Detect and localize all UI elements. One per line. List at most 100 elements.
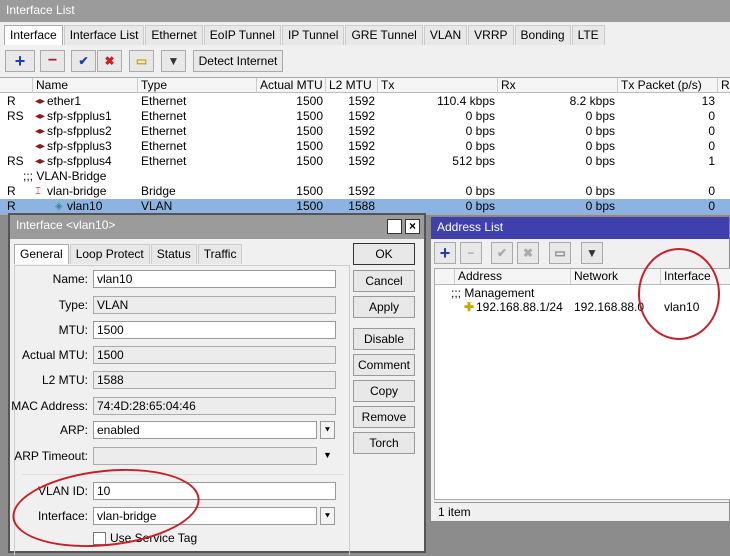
tab-bar: Interface Interface List Ethernet EoIP Tunn…: [4, 25, 606, 45]
tab-general[interactable]: General: [14, 244, 69, 264]
vlan-icon: ◈: [55, 201, 63, 212]
tab-ethernet[interactable]: Ethernet: [145, 25, 203, 45]
detect-internet-button[interactable]: Detect Internet: [193, 50, 283, 72]
dropdown-arrow-icon[interactable]: ⯆: [320, 507, 335, 525]
flag-cell: R: [7, 94, 16, 108]
l2-cell: 1592: [348, 139, 375, 153]
txp-cell: 0: [708, 184, 715, 198]
address-cell: 192.168.88.1/24: [476, 300, 563, 314]
mtu-cell: 1500: [296, 124, 323, 138]
tab-bonding[interactable]: Bonding: [514, 25, 571, 45]
comment-row[interactable]: ;;; VLAN-Bridge: [0, 169, 730, 184]
disable-button[interactable]: ✖: [97, 50, 122, 72]
tab-gre-tunnel[interactable]: GRE Tunnel: [345, 25, 423, 45]
close-button[interactable]: ×: [405, 219, 420, 234]
table-row[interactable]: RS ◂▸ sfp-sfpplus4 Ethernet 1500 1592 512 bps 0…: [0, 154, 730, 169]
ok-button[interactable]: OK: [353, 243, 415, 265]
remove-button[interactable]: Remove: [353, 406, 415, 428]
table-row[interactable]: ◂▸ sfp-sfpplus2 Ethernet 1500 1592 0 bps 0 bps…: [0, 124, 730, 139]
tab-vrrp[interactable]: VRRP: [468, 25, 514, 45]
mtu-cell: 1500: [296, 94, 323, 108]
column-header[interactable]: Rx: [718, 78, 730, 93]
table-row[interactable]: RS ◂▸ sfp-sfpplus1 Ethernet 1500 1592 0 bps 0 b…: [0, 109, 730, 124]
bridge-icon: ⌶: [35, 186, 41, 197]
type-field[interactable]: VLAN: [93, 296, 336, 314]
torch-button[interactable]: Torch: [353, 432, 415, 454]
mtu-cell: 1500: [296, 184, 323, 198]
comment-text: ;;; VLAN-Bridge: [23, 169, 107, 183]
table-row[interactable]: ◂▸ sfp-sfpplus3 Ethernet 1500 1592 0 bps 0 bps…: [0, 139, 730, 154]
tab-eoip-tunnel[interactable]: EoIP Tunnel: [203, 25, 281, 45]
filter-address-button[interactable]: ▼: [581, 242, 603, 264]
flag-cell: [4, 139, 10, 154]
cancel-button[interactable]: Cancel: [353, 270, 415, 292]
remove-address-button[interactable]: −: [460, 242, 482, 264]
tab-interface-list[interactable]: Interface List: [63, 25, 145, 45]
name-cell: sfp-sfpplus4: [47, 154, 112, 168]
rx-cell: 0 bps: [585, 184, 615, 198]
tab-lte[interactable]: LTE: [571, 25, 605, 45]
column-header[interactable]: Rx: [498, 78, 618, 93]
name-cell: sfp-sfpplus1: [47, 109, 112, 123]
copy-button[interactable]: Copy: [353, 380, 415, 402]
enable-button[interactable]: ✔: [71, 50, 96, 72]
type-cell: Ethernet: [141, 124, 187, 138]
table-row[interactable]: R ◂▸ ether1 Ethernet 1500 1592 110.4 kbps 8.2 k…: [0, 94, 730, 109]
flag-cell: R: [7, 184, 16, 198]
comment-button[interactable]: Comment: [353, 354, 415, 376]
disable-address-button[interactable]: ✖: [517, 242, 539, 264]
arp-field[interactable]: enabled: [93, 421, 317, 439]
maximize-button[interactable]: [387, 219, 402, 234]
comment-button[interactable]: ▭: [129, 50, 154, 72]
column-header[interactable]: [0, 78, 33, 93]
column-address[interactable]: Address: [455, 269, 571, 284]
column-header[interactable]: Actual MTU: [257, 78, 326, 93]
actual-mtu-field[interactable]: 1500: [93, 346, 336, 364]
mtu-label: MTU:: [58, 323, 88, 337]
interface-table: Name Type Actual MTU L2 MTU Tx Rx Tx Packet (p…: [0, 77, 730, 215]
tab-vlan[interactable]: VLAN: [423, 25, 468, 45]
l2-mtu-label: L2 MTU:: [41, 373, 88, 387]
apply-button[interactable]: Apply: [353, 296, 415, 318]
tab-interface[interactable]: Interface: [4, 25, 63, 45]
comment-address-button[interactable]: ▭: [549, 242, 571, 264]
add-button[interactable]: +: [5, 50, 35, 72]
remove-button[interactable]: −: [40, 50, 65, 72]
tab-status[interactable]: Status: [150, 244, 197, 264]
l2-mtu-field[interactable]: 1588: [93, 371, 336, 389]
flag-cell: RS: [7, 109, 24, 123]
disable-button[interactable]: Disable: [353, 328, 415, 350]
add-address-button[interactable]: +: [434, 242, 456, 264]
mac-field[interactable]: 74:4D:28:65:04:46: [93, 397, 336, 415]
mac-label: MAC Address:: [11, 399, 88, 413]
name-cell: ether1: [47, 94, 82, 108]
name-cell: sfp-sfpplus2: [47, 124, 112, 138]
dropdown-arrow-icon[interactable]: ▼: [320, 447, 335, 465]
name-field[interactable]: vlan10: [93, 270, 336, 288]
type-cell: Ethernet: [141, 94, 187, 108]
tab-ip-tunnel[interactable]: IP Tunnel: [281, 25, 345, 45]
mtu-field[interactable]: 1500: [93, 321, 336, 339]
column-header[interactable]: Name: [33, 78, 138, 93]
dropdown-arrow-icon[interactable]: ⯆: [320, 421, 335, 439]
filter-button[interactable]: ▼: [161, 50, 186, 72]
txp-cell: 0: [708, 199, 715, 213]
flag-cell: [4, 124, 10, 139]
type-cell: VLAN: [141, 199, 173, 213]
actual-mtu-label: Actual MTU:: [21, 348, 88, 362]
mtu-cell: 1500: [296, 139, 323, 153]
tab-traffic[interactable]: Traffic: [197, 244, 243, 264]
enable-address-button[interactable]: ✔: [491, 242, 513, 264]
tab-loop-protect[interactable]: Loop Protect: [69, 244, 150, 264]
arp-timeout-field[interactable]: [93, 447, 317, 465]
address-list-title: Address List: [431, 217, 729, 239]
l2-cell: 1588: [348, 199, 375, 213]
table-row[interactable]: R ⌶ vlan-bridge Bridge 1500 1592 0 bps 0 bps 0: [0, 184, 730, 199]
type-cell: Ethernet: [141, 154, 187, 168]
column-header[interactable]: Type: [138, 78, 257, 93]
name-label: Name:: [52, 272, 88, 286]
column-header[interactable]: Tx: [378, 78, 498, 93]
table-row[interactable]: R ◈ vlan10 VLAN 1500 1588 0 bps 0 bps 0: [0, 199, 730, 214]
column-header[interactable]: Tx Packet (p/s): [618, 78, 718, 93]
column-header[interactable]: L2 MTU: [326, 78, 378, 93]
